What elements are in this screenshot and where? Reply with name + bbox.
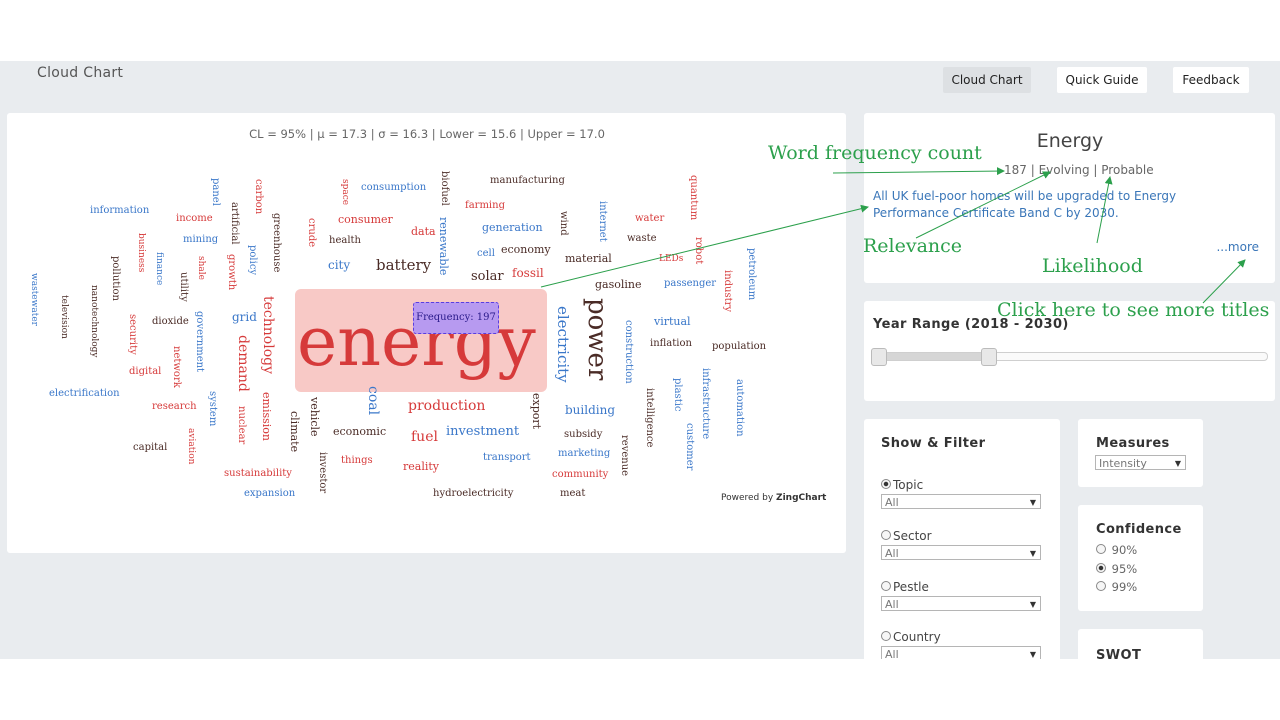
arrow-more-titles <box>1202 259 1246 304</box>
arrow-word-frequency <box>832 167 1005 176</box>
arrow-relevance <box>915 171 1051 239</box>
annotation-arrows <box>540 167 1246 304</box>
arrow-likelihood <box>1096 176 1113 244</box>
arrow-energy-word <box>540 204 869 288</box>
